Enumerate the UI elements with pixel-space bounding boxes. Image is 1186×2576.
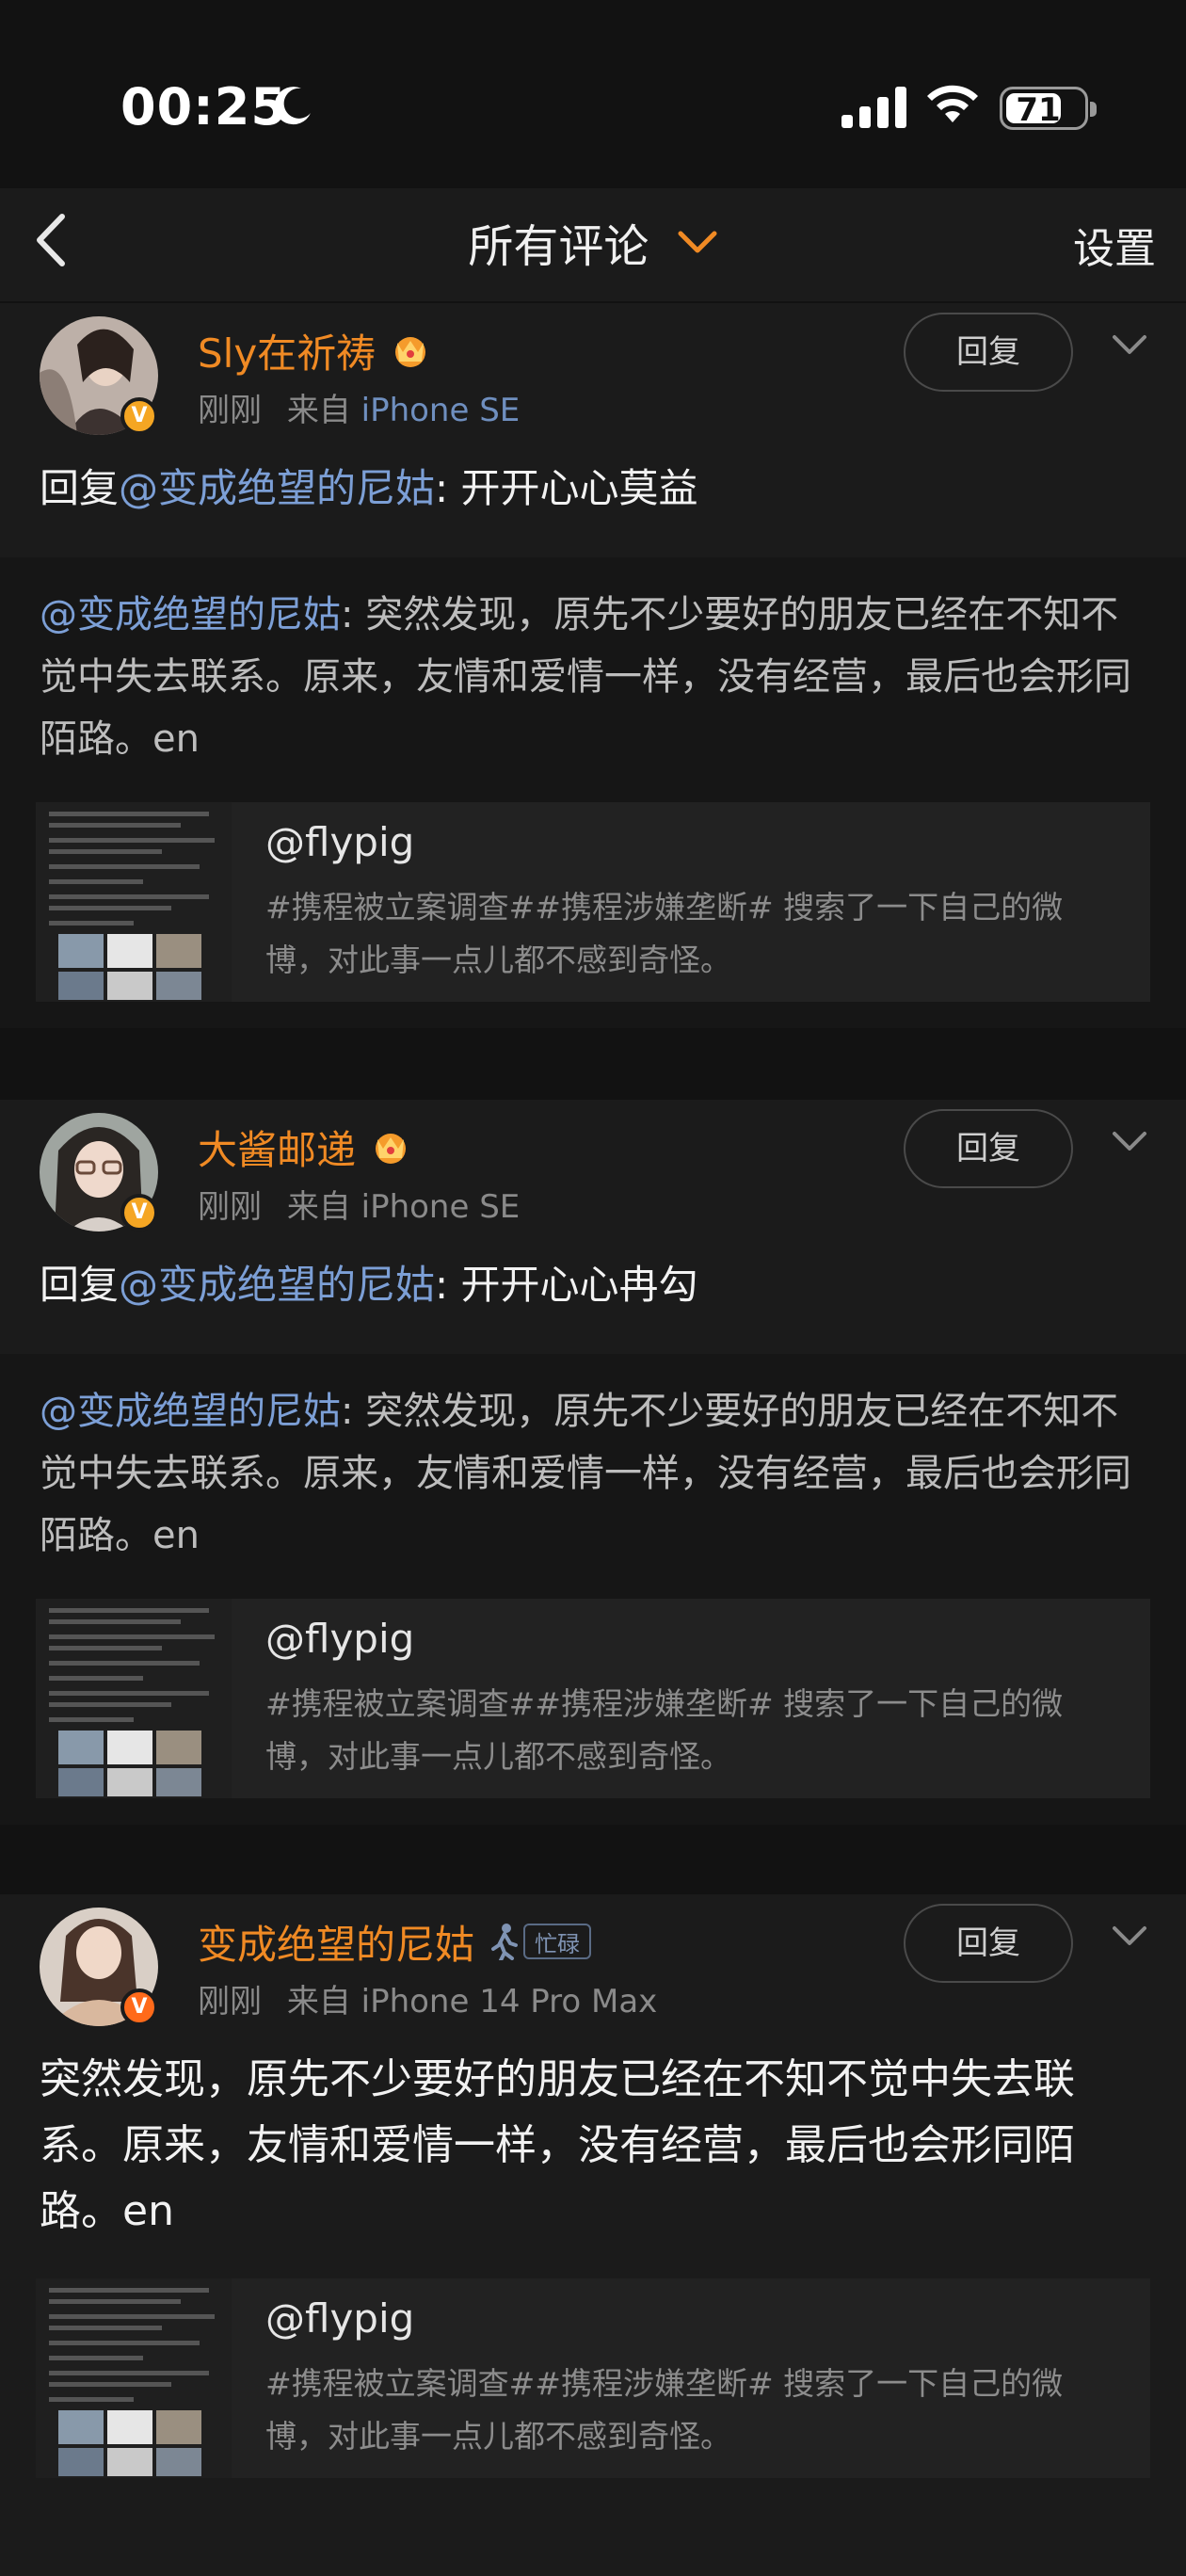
vip-crown-icon: [395, 337, 426, 367]
username-row: 变成绝望的尼姑 忙碌: [198, 1913, 592, 1971]
chevron-down-icon[interactable]: [1111, 1128, 1148, 1154]
quoted-text: @变成绝望的尼姑: 突然发现，原先不少要好的朋友已经在不知不觉中失去联系。原来，…: [40, 584, 1148, 770]
source-prefix: 来自: [286, 1983, 351, 2021]
shared-card-description: #携程被立案调查##携程涉嫌垄断# 搜索了一下自己的微博，对此事一点儿都不感到奇…: [265, 1685, 1064, 1775]
source-prefix: 来自: [286, 1188, 351, 1226]
username[interactable]: 变成绝望的尼姑: [198, 1913, 474, 1971]
shared-card-description: #携程被立案调查##携程涉嫌垄断# 搜索了一下自己的微博，对此事一点儿都不感到奇…: [265, 889, 1064, 978]
username[interactable]: 大酱邮递: [198, 1119, 356, 1176]
verified-badge-icon: V: [120, 1988, 158, 2026]
device-name: iPhone SE: [361, 1188, 521, 1226]
page-title: 所有评论: [468, 220, 649, 273]
device-name: iPhone 14 Pro Max: [361, 1983, 658, 2021]
battery-icon: 71: [1000, 87, 1097, 130]
shared-card-title: @flypig: [265, 1616, 415, 1662]
quoted-text: @变成绝望的尼姑: 突然发现，原先不少要好的朋友已经在不知不觉中失去联系。原来，…: [40, 1380, 1148, 1567]
quoted-post[interactable]: @变成绝望的尼姑: 突然发现，原先不少要好的朋友已经在不知不觉中失去联系。原来，…: [0, 1354, 1186, 1825]
nav-bar: 所有评论 设置: [0, 188, 1186, 301]
comment-text: 回复@变成绝望的尼姑: 开开心心莫益: [40, 456, 1148, 522]
reply-prefix: 回复: [40, 1262, 120, 1308]
username-row: Sly在祈祷: [198, 322, 432, 378]
moon-icon: [274, 87, 311, 125]
shared-card-title: @flypig: [265, 2295, 415, 2342]
mention-link[interactable]: @变成绝望的尼姑: [119, 465, 435, 511]
chevron-down-icon[interactable]: [1111, 1923, 1148, 1949]
comment-time: 刚刚: [198, 392, 262, 429]
reply-button[interactable]: 回复: [904, 1904, 1073, 1983]
comment-meta: 刚刚 来自 iPhone 14 Pro Max: [198, 1975, 657, 2021]
settings-button[interactable]: 设置: [1073, 215, 1156, 275]
chevron-down-icon[interactable]: [1111, 331, 1148, 358]
comment-body: : 开开心心莫益: [435, 465, 698, 511]
status-time: 00:25: [120, 77, 287, 137]
mention-link[interactable]: @变成绝望的尼姑: [40, 593, 341, 636]
comment-text: 突然发现，原先不少要好的朋友已经在不知不觉中失去联系。原来，友情和爱情一样，没有…: [40, 2055, 1075, 2235]
comment-meta: 刚刚 来自 iPhone SE: [198, 1181, 520, 1227]
status-bar: 00:25 71: [0, 0, 1186, 188]
reply-button[interactable]: 回复: [904, 1109, 1073, 1188]
chevron-down-icon: [678, 231, 717, 253]
battery-level: 71: [1016, 91, 1061, 129]
vip-crown-icon: [376, 1134, 407, 1164]
shared-card-title: @flypig: [265, 819, 415, 865]
verified-badge-icon: V: [120, 397, 158, 435]
status-tag: 忙碌: [523, 1924, 592, 1959]
comment-card: V Sly在祈祷 刚刚 来自 iPhone SE 回复 回复@变成绝望的尼姑: …: [0, 303, 1186, 557]
comment-text: 回复@变成绝望的尼姑: 开开心心冉勾: [40, 1252, 1148, 1318]
mention-link[interactable]: @变成绝望的尼姑: [119, 1262, 435, 1308]
wifi-icon: [927, 85, 978, 122]
comment-body: : 开开心心冉勾: [435, 1262, 698, 1308]
username[interactable]: Sly在祈祷: [198, 322, 376, 379]
source-prefix: 来自: [286, 392, 351, 429]
reply-button[interactable]: 回复: [904, 313, 1073, 392]
device-link[interactable]: iPhone SE: [361, 392, 521, 429]
battery-tip: [1090, 102, 1097, 117]
thumbnail-image: [36, 1599, 232, 1798]
verified-badge-icon: V: [120, 1194, 158, 1232]
comment-meta: 刚刚 来自 iPhone SE: [198, 384, 520, 430]
shared-card[interactable]: @flypig #携程被立案调查##携程涉嫌垄断# 搜索了一下自己的微博，对此事…: [36, 802, 1150, 1002]
comment-time: 刚刚: [198, 1983, 262, 2021]
comment-card: V 变成绝望的尼姑 忙碌 刚刚 来自 iPhone 14 Pro Max 回复 …: [0, 1894, 1186, 2576]
shared-card[interactable]: @flypig #携程被立案调查##携程涉嫌垄断# 搜索了一下自己的微博，对此事…: [36, 1599, 1150, 1798]
shared-card[interactable]: @flypig #携程被立案调查##携程涉嫌垄断# 搜索了一下自己的微博，对此事…: [36, 2278, 1150, 2478]
reply-prefix: 回复: [40, 465, 120, 511]
thumbnail-image: [36, 2278, 232, 2478]
mention-link[interactable]: @变成绝望的尼姑: [40, 1390, 341, 1433]
divider: [0, 1028, 1186, 1058]
quoted-post[interactable]: @变成绝望的尼姑: 突然发现，原先不少要好的朋友已经在不知不觉中失去联系。原来，…: [0, 557, 1186, 1028]
signal-icon: [841, 87, 906, 128]
comment-time: 刚刚: [198, 1188, 262, 1226]
comment-filter-dropdown[interactable]: 所有评论: [0, 209, 1186, 275]
thumbnail-image: [36, 802, 232, 1002]
shared-card-description: #携程被立案调查##携程涉嫌垄断# 搜索了一下自己的微博，对此事一点儿都不感到奇…: [265, 2365, 1064, 2455]
comment-card: V 大酱邮递 刚刚 来自 iPhone SE 回复 回复@变成绝望的尼姑: 开开…: [0, 1100, 1186, 1354]
username-row: 大酱邮递: [198, 1119, 412, 1175]
running-person-icon: [491, 1924, 519, 1960]
divider: [0, 1825, 1186, 1855]
